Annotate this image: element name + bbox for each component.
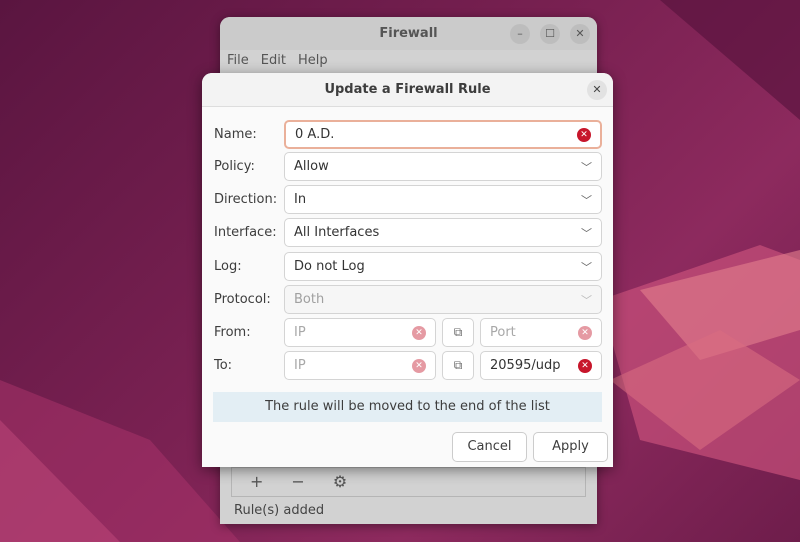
to-ip-placeholder: IP — [294, 358, 306, 373]
protocol-select[interactable]: Both ﹀ — [284, 285, 602, 314]
clear-icon[interactable]: ✕ — [578, 325, 592, 340]
name-input[interactable]: 0 A.D. ✕ — [284, 120, 602, 149]
log-value: Do not Log — [294, 259, 365, 274]
direction-row: Direction: In ﹀ — [214, 185, 602, 214]
copy-icon[interactable]: ⧉ — [442, 351, 474, 380]
chevron-down-icon: ﹀ — [581, 260, 592, 274]
to-port-value: 20595/udp — [490, 358, 561, 373]
policy-row: Policy: Allow ﹀ — [214, 152, 602, 181]
log-row: Log: Do not Log ﹀ — [214, 252, 602, 281]
log-select[interactable]: Do not Log ﹀ — [284, 252, 602, 281]
interface-select[interactable]: All Interfaces ﹀ — [284, 218, 602, 247]
from-row: From: IP ✕ ⧉ Port ✕ — [214, 318, 602, 347]
protocol-row: Protocol: Both ﹀ — [214, 285, 602, 314]
from-ip-placeholder: IP — [294, 325, 306, 340]
to-port-input[interactable]: 20595/udp ✕ — [480, 351, 602, 380]
direction-value: In — [294, 192, 307, 207]
dialog-title: Update a Firewall Rule — [324, 82, 491, 97]
policy-select[interactable]: Allow ﹀ — [284, 152, 602, 181]
to-ip-input[interactable]: IP ✕ — [284, 351, 436, 380]
name-value: 0 A.D. — [295, 127, 335, 142]
direction-label: Direction: — [214, 192, 278, 207]
chevron-down-icon: ﹀ — [581, 293, 592, 307]
protocol-value: Both — [294, 292, 325, 307]
status-text: Rule(s) added — [234, 503, 325, 518]
info-bar: The rule will be moved to the end of the… — [213, 392, 602, 422]
to-row: To: IP ✕ ⧉ 20595/udp ✕ — [214, 351, 602, 380]
maximize-button[interactable]: ☐ — [540, 24, 560, 44]
interface-row: Interface: All Interfaces ﹀ — [214, 218, 602, 247]
from-port-placeholder: Port — [490, 325, 516, 340]
dialog-header: Update a Firewall Rule ✕ — [202, 73, 613, 107]
copy-icon[interactable]: ⧉ — [442, 318, 474, 347]
chevron-down-icon: ﹀ — [581, 226, 592, 240]
update-rule-dialog: Update a Firewall Rule ✕ Name: 0 A.D. ✕ … — [202, 73, 613, 467]
name-label: Name: — [214, 127, 257, 142]
protocol-label: Protocol: — [214, 292, 271, 307]
to-label: To: — [214, 358, 233, 373]
rules-toolbar: + − ⚙ — [231, 467, 586, 497]
from-ip-input[interactable]: IP ✕ — [284, 318, 436, 347]
cancel-button[interactable]: Cancel — [452, 432, 527, 462]
menubar: File Edit Help — [220, 50, 597, 72]
gear-icon[interactable]: ⚙ — [333, 468, 347, 496]
policy-label: Policy: — [214, 159, 255, 174]
window-title: Firewall — [379, 26, 438, 41]
policy-value: Allow — [294, 159, 329, 174]
menu-file[interactable]: File — [227, 50, 249, 72]
name-row: Name: 0 A.D. ✕ — [214, 120, 602, 149]
menu-help[interactable]: Help — [298, 50, 328, 72]
clear-icon[interactable]: ✕ — [577, 127, 591, 142]
clear-icon[interactable]: ✕ — [578, 358, 592, 373]
remove-rule-button[interactable]: − — [291, 468, 304, 496]
close-window-button[interactable]: ✕ — [570, 24, 590, 44]
minimize-button[interactable]: – — [510, 24, 530, 44]
chevron-down-icon: ﹀ — [581, 160, 592, 174]
clear-icon[interactable]: ✕ — [412, 358, 426, 373]
log-label: Log: — [214, 259, 242, 274]
interface-label: Interface: — [214, 225, 277, 240]
clear-icon[interactable]: ✕ — [412, 325, 426, 340]
firewall-titlebar: Firewall – ☐ ✕ — [220, 17, 597, 50]
direction-select[interactable]: In ﹀ — [284, 185, 602, 214]
close-dialog-button[interactable]: ✕ — [587, 80, 607, 100]
chevron-down-icon: ﹀ — [581, 193, 592, 207]
from-port-input[interactable]: Port ✕ — [480, 318, 602, 347]
from-label: From: — [214, 325, 251, 340]
apply-button[interactable]: Apply — [533, 432, 608, 462]
menu-edit[interactable]: Edit — [261, 50, 286, 72]
add-rule-button[interactable]: + — [250, 468, 263, 496]
interface-value: All Interfaces — [294, 225, 380, 240]
